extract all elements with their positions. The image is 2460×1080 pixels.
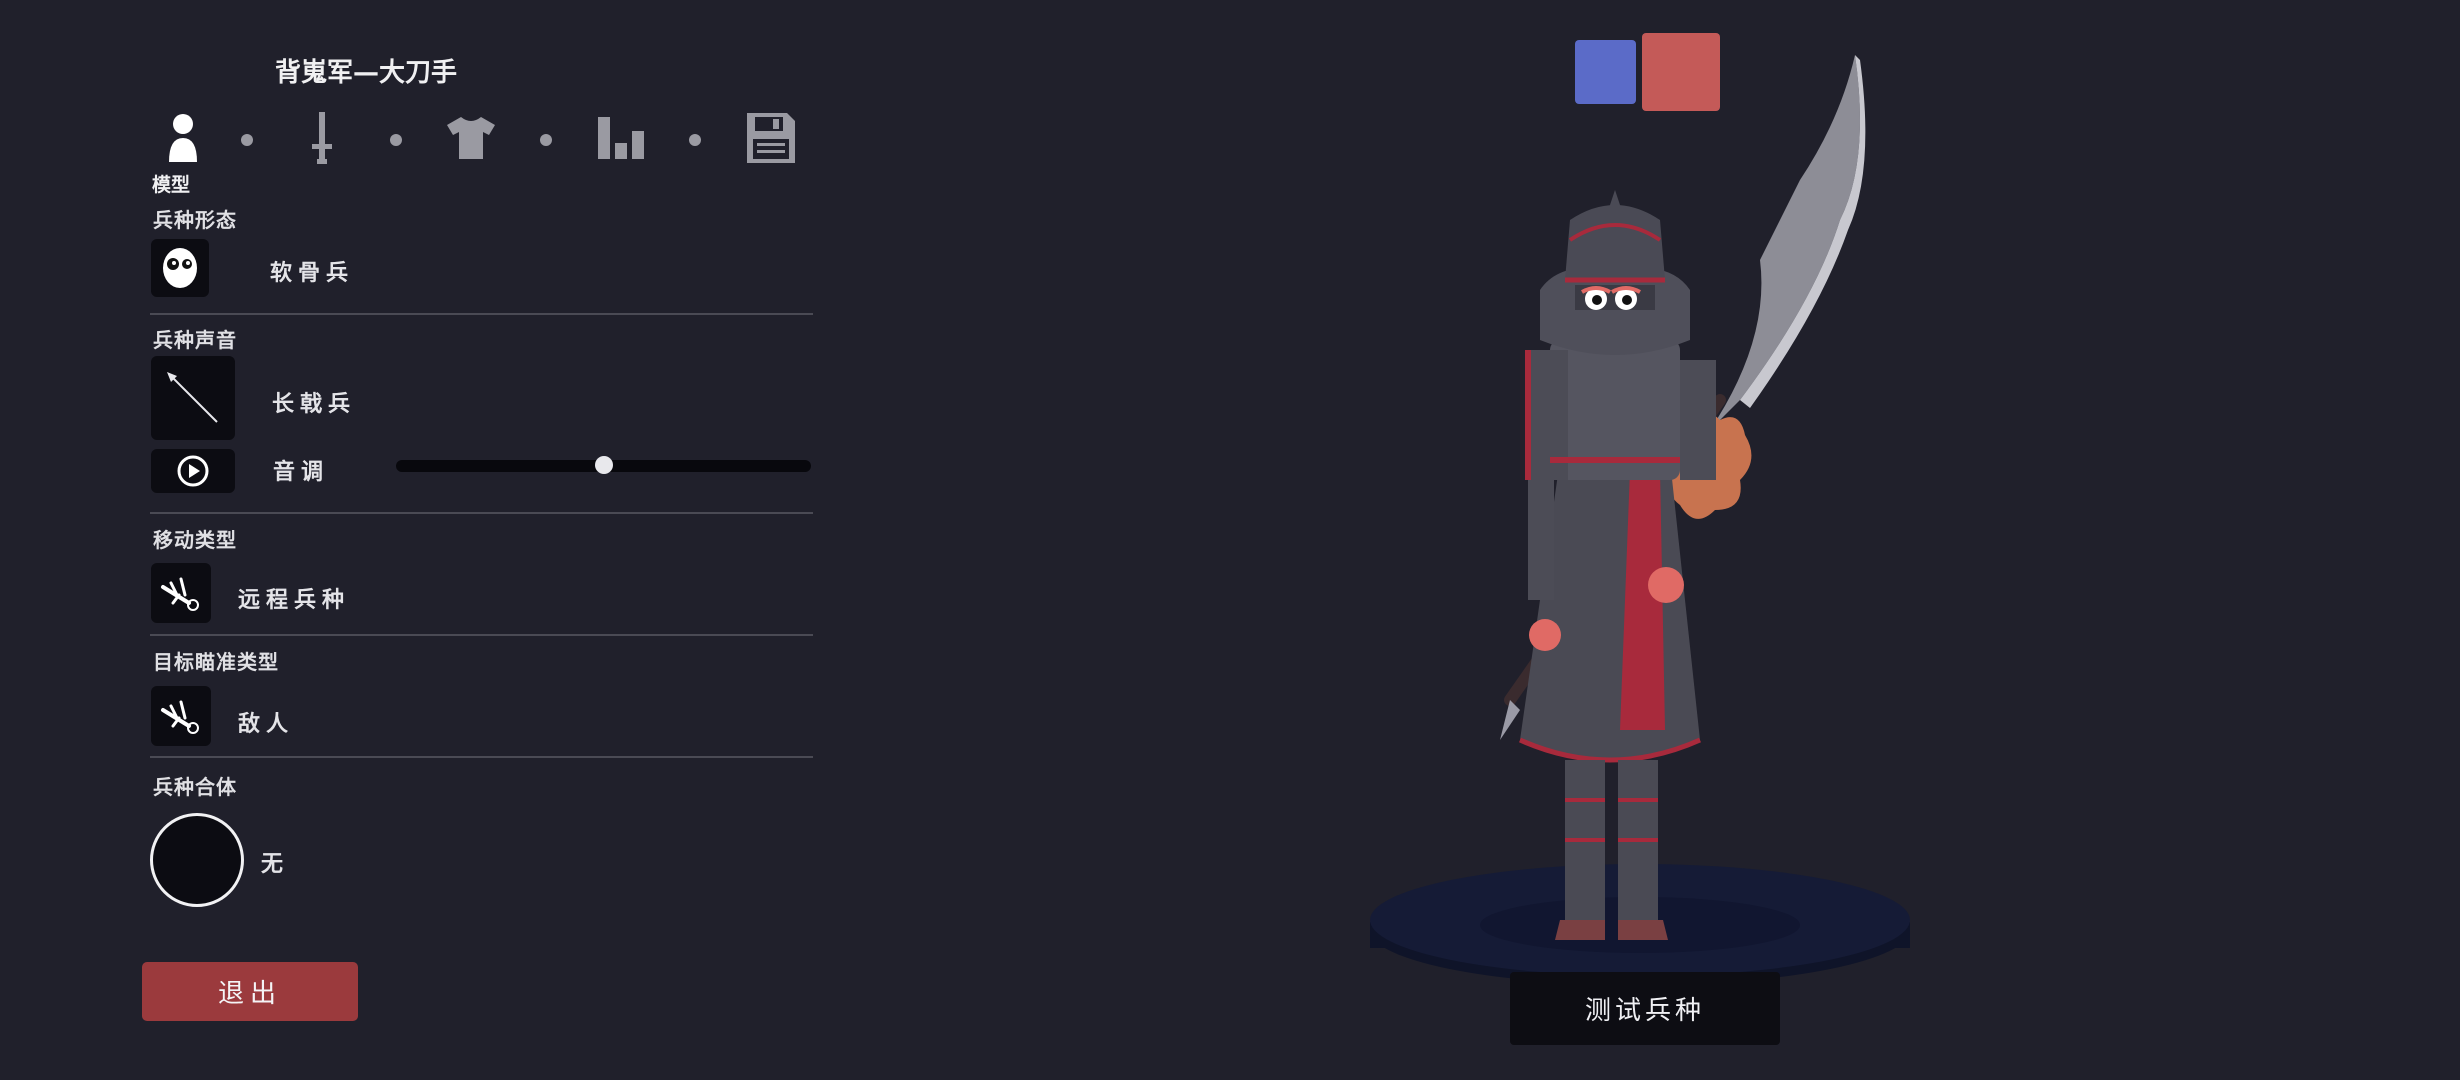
shirt-icon: [447, 117, 495, 159]
tab-save[interactable]: [741, 108, 801, 168]
movement-select-button[interactable]: [151, 563, 211, 623]
divider: [150, 756, 813, 758]
tab-separator-dot: [241, 134, 253, 146]
merge-value: 无: [261, 852, 290, 877]
spear-icon: [167, 372, 218, 423]
tab-separator-dot: [540, 134, 552, 146]
tab-model[interactable]: [153, 108, 213, 168]
test-unit-button[interactable]: 测试兵种: [1510, 972, 1780, 1045]
form-select-button[interactable]: [151, 239, 209, 297]
voice-value: 长戟兵: [272, 392, 357, 417]
tab-stats[interactable]: [591, 108, 651, 168]
voice-select-button[interactable]: [151, 356, 235, 440]
tab-separator-dot: [390, 134, 402, 146]
exit-button[interactable]: 退出: [142, 962, 358, 1021]
save-disk-icon: [747, 113, 795, 163]
warrior-figure: [1518, 340, 1716, 940]
play-sound-button[interactable]: [151, 449, 235, 493]
person-icon: [169, 114, 197, 162]
divider: [150, 313, 813, 315]
pitch-label: 音调: [273, 460, 330, 485]
tab-separator-dot: [689, 134, 701, 146]
pitch-slider[interactable]: [396, 456, 811, 474]
targeting-select-button[interactable]: [151, 686, 211, 746]
tab-model-label: 模型: [152, 174, 191, 196]
section-label-merge: 兵种合体: [153, 775, 237, 799]
targeting-value: 敌人: [238, 712, 295, 737]
face-mask-icon: [163, 248, 197, 288]
section-label-voice: 兵种声音: [153, 328, 237, 352]
section-label-targeting: 目标瞄准类型: [153, 650, 279, 674]
pitch-slider-knob[interactable]: [594, 456, 613, 474]
fallen-unit-icon: [161, 577, 199, 611]
unit-preview[interactable]: [1360, 40, 1920, 1020]
sword-icon: [312, 112, 332, 164]
tab-weapons[interactable]: [292, 108, 352, 168]
tab-clothing[interactable]: [441, 108, 501, 168]
section-label-form: 兵种形态: [153, 208, 237, 232]
warrior-helmet: [1540, 190, 1690, 355]
section-label-movement: 移动类型: [153, 528, 237, 552]
play-icon: [177, 455, 209, 487]
movement-value: 远程兵种: [238, 588, 351, 613]
fallen-unit-icon: [161, 700, 199, 734]
divider: [150, 512, 813, 514]
form-value: 软骨兵: [270, 261, 355, 286]
editor-tabs: [150, 108, 810, 168]
unit-title-text: 背嵬军—大刀手: [275, 58, 458, 88]
divider: [150, 634, 813, 636]
merge-unit-slot[interactable]: [150, 813, 244, 907]
stats-bars-icon: [598, 117, 644, 159]
